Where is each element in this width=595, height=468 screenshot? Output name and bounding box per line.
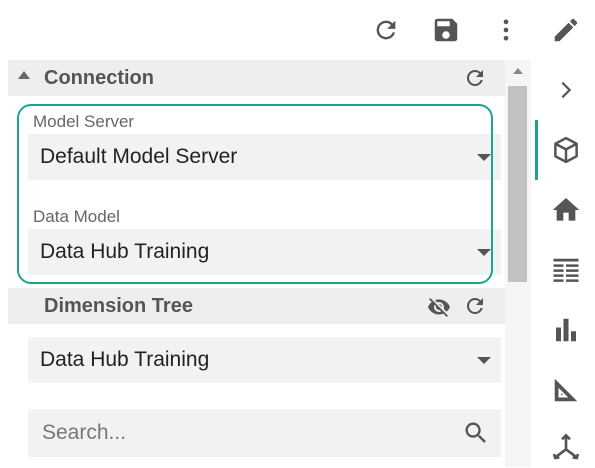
home-icon[interactable] (544, 190, 588, 230)
scrollbar-thumb[interactable] (508, 86, 527, 282)
dropdown-arrow-icon (477, 249, 491, 256)
dimension-tree-title: Dimension Tree (44, 294, 193, 317)
data-model-select[interactable]: Data Hub Training (28, 229, 501, 275)
visibility-off-icon[interactable] (426, 295, 452, 324)
search-input[interactable] (40, 420, 444, 446)
connection-refresh-icon[interactable] (463, 66, 487, 95)
bar-chart-icon[interactable] (544, 310, 588, 350)
model-server-label: Model Server (33, 112, 135, 131)
dimension-tree-section-header[interactable]: Dimension Tree (8, 288, 505, 324)
refresh-icon[interactable] (368, 12, 404, 48)
edit-icon[interactable] (548, 12, 584, 48)
active-rail-indicator (535, 120, 538, 180)
save-icon[interactable] (428, 12, 464, 48)
cube-icon[interactable] (544, 130, 588, 170)
properties-panel: Connection Model Server Default Model Se… (8, 60, 505, 467)
axes-icon[interactable] (544, 428, 588, 468)
list-icon[interactable] (544, 250, 588, 290)
dropdown-arrow-icon (477, 154, 491, 161)
model-server-select[interactable]: Default Model Server (28, 134, 501, 180)
search-icon[interactable] (462, 419, 490, 452)
chevron-right-icon[interactable] (544, 70, 588, 110)
dimension-tree-refresh-icon[interactable] (463, 294, 487, 323)
scroll-up-arrow-icon[interactable] (513, 68, 523, 74)
model-server-value: Default Model Server (40, 145, 238, 168)
dropdown-arrow-icon (477, 357, 491, 364)
data-model-label: Data Model (33, 207, 120, 226)
data-model-value: Data Hub Training (40, 240, 210, 263)
dimension-tree-select[interactable]: Data Hub Training (28, 337, 501, 383)
dimension-search-box[interactable] (28, 409, 501, 457)
more-vert-icon[interactable] (488, 12, 524, 48)
connection-section-header[interactable]: Connection (8, 60, 505, 96)
triangle-ruler-icon[interactable] (544, 370, 588, 410)
collapse-caret-icon[interactable] (18, 71, 30, 79)
connection-title: Connection (44, 66, 154, 89)
dimension-tree-value: Data Hub Training (40, 348, 210, 371)
